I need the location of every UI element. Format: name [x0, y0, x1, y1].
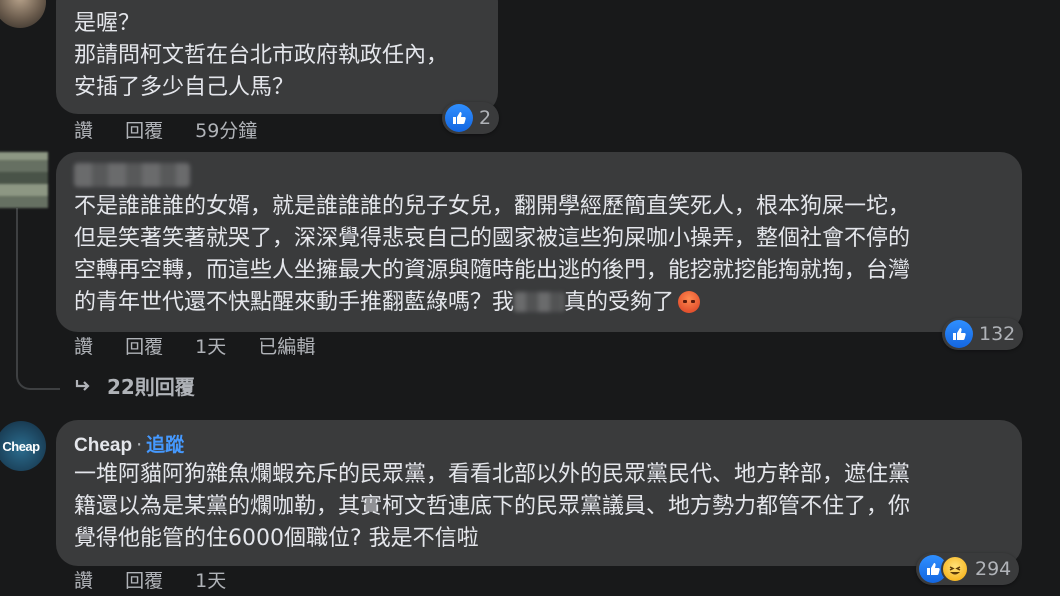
comment-line: 不是誰誰誰的女婿，就是誰誰誰的兒子女兒，翻開學經歷簡直笑死人，根本狗屎一坨，	[74, 194, 911, 219]
angry-emoji-icon	[678, 291, 701, 313]
like-link[interactable]: 讚	[74, 570, 93, 592]
reaction-summary[interactable]: 2	[442, 102, 500, 134]
comment-line: 一堆阿貓阿狗雜魚爛蝦充斥的民眾黨，看看北部以外的民眾黨民代、地方幹部，遮住黨	[74, 462, 911, 487]
comment-text: 是喔？ 那請問柯文哲在台北市政府執政任內， 安插了多少自己人馬？	[74, 8, 448, 104]
thread-connector	[16, 208, 60, 390]
comment-line: 的青年世代還不快點醒來動手推翻藍綠嗎？我 真的受夠了	[74, 287, 910, 319]
commenter-avatar[interactable]: Cheap	[0, 421, 46, 471]
like-link[interactable]: 讚	[74, 336, 93, 358]
comment-line: 覺得他能管的住6000個職位? 我是不信啦	[74, 526, 479, 551]
reply-link[interactable]: 回覆	[125, 120, 163, 142]
like-link[interactable]: 讚	[74, 120, 93, 142]
reply-link[interactable]: 回覆	[125, 570, 163, 592]
edited-label[interactable]: 已編輯	[258, 336, 315, 358]
comment-line: 那請問柯文哲在台北市政府執政任內，	[74, 43, 449, 68]
comment-text: 不是誰誰誰的女婿，就是誰誰誰的兒子女兒，翻開學經歷簡直笑死人，根本狗屎一坨， 但…	[74, 191, 910, 319]
separator-dot: ·	[136, 434, 143, 456]
like-icon	[945, 320, 973, 348]
comment-actions: 讚 回覆 59分鐘	[74, 118, 283, 144]
reply-arrow-icon	[74, 375, 99, 399]
like-icon	[445, 104, 473, 132]
haha-icon	[941, 555, 969, 583]
timestamp[interactable]: 1天	[195, 336, 226, 358]
reaction-count: 2	[479, 107, 492, 129]
follow-button[interactable]: 追蹤	[146, 434, 184, 456]
reply-link[interactable]: 回覆	[125, 336, 163, 358]
reaction-summary[interactable]: 132	[942, 318, 1024, 350]
blurred-commenter-name	[74, 163, 190, 187]
comment-actions: 讚 回覆 1天 已編輯	[74, 334, 341, 360]
comment-fragment: 真的受夠了	[564, 290, 675, 315]
commenter-header: Cheap · 追蹤	[74, 432, 184, 459]
commenter-name[interactable]: Cheap	[74, 435, 132, 456]
reaction-count: 132	[979, 323, 1016, 345]
avatar-label: Cheap	[2, 438, 40, 454]
comment-line: 是喔？	[74, 11, 141, 36]
commenter-avatar[interactable]	[0, 0, 46, 28]
commenter-avatar[interactable]	[0, 152, 48, 208]
comment-text: 一堆阿貓阿狗雜魚爛蝦充斥的民眾黨，看看北部以外的民眾黨民代、地方幹部，遮住黨 籍…	[74, 459, 910, 555]
view-replies-link[interactable]: 22則回覆	[74, 373, 195, 401]
comment-line: 籍還以為是某黨的爛咖勒，其實柯文哲連底下的民眾黨議員、地方勢力都管不住了，你	[74, 494, 911, 519]
timestamp[interactable]: 59分鐘	[195, 120, 257, 142]
comment-fragment: 的青年世代還不快點醒來動手推翻藍綠嗎？我	[74, 290, 515, 315]
comment-line: 安插了多少自己人馬？	[74, 75, 295, 100]
timestamp[interactable]: 1天	[195, 570, 226, 592]
comment-actions: 讚 回覆 1天	[74, 568, 252, 594]
reaction-summary[interactable]: 294	[916, 553, 1020, 585]
comment-line: 空轉再空轉，而這些人坐擁最大的資源與隨時能出逃的後門，能挖就挖能掏就掏，台灣	[74, 258, 911, 283]
comment-line: 但是笑著笑著就哭了，深深覺得悲哀自己的國家被這些狗屎咖小操弄，整個社會不停的	[74, 226, 911, 251]
replies-count-label: 22則回覆	[106, 375, 195, 399]
reaction-count: 294	[975, 558, 1012, 580]
blurred-word	[514, 292, 565, 312]
